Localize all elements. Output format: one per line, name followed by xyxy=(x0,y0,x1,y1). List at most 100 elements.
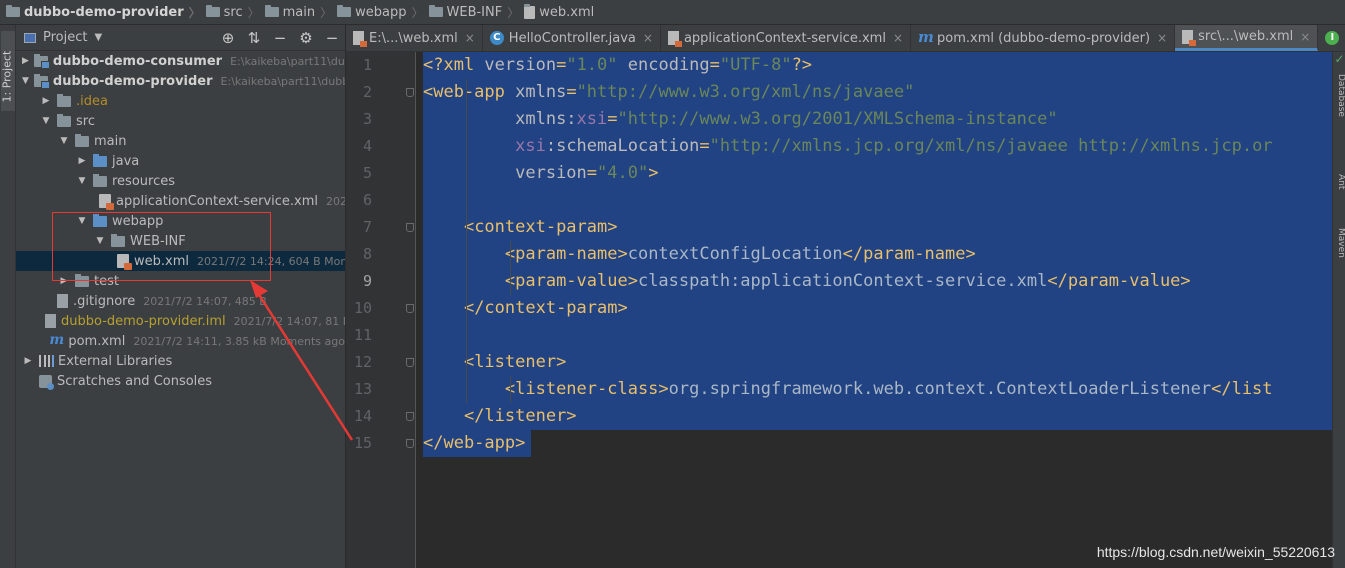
tree-item[interactable]: ▶ .idea xyxy=(16,91,345,111)
watermark: https://blog.csdn.net/weixin_55220613 xyxy=(1096,544,1335,560)
expand-arrow-icon[interactable]: ▼ xyxy=(76,176,88,186)
code-token: "UTF-8" xyxy=(719,55,792,75)
breadcrumb-item[interactable]: web.xml xyxy=(524,3,594,20)
chevron-down-icon[interactable]: ▼ xyxy=(94,32,102,43)
fold-icon[interactable] xyxy=(406,358,414,367)
tree-item-label: dubbo-demo-consumer xyxy=(52,53,223,69)
tree-item[interactable]: dubbo-demo-provider.iml 2021/7/2 14:07, 8… xyxy=(16,311,345,331)
code-text: <?xml version="1.0" encoding="UTF-8"?> xyxy=(423,52,812,79)
expand-arrow-icon[interactable]: ▼ xyxy=(76,216,88,226)
tree-item[interactable]: m pom.xml 2021/7/2 14:11, 3.85 kB Moments … xyxy=(16,331,345,351)
collapse-arrow-icon[interactable]: ▶ xyxy=(22,356,34,366)
code-token: <param-name> xyxy=(504,244,628,264)
tree-item[interactable]: .gitignore 2021/7/2 14:07, 485 B xyxy=(16,291,345,311)
minus-icon[interactable]: − xyxy=(267,29,293,47)
collapse-all-icon[interactable]: ⇅ xyxy=(241,29,267,47)
close-icon[interactable]: × xyxy=(893,31,903,45)
database-tool-button[interactable]: Database xyxy=(1336,74,1345,117)
chevron-right-icon: 〉 xyxy=(247,5,260,20)
breadcrumb-item[interactable]: dubbo-demo-provider 〉 xyxy=(6,4,206,21)
tree-item[interactable]: ▼ main xyxy=(16,131,345,151)
breadcrumb-item[interactable]: src 〉 xyxy=(205,4,265,21)
code-token: classpath:applicationContext-service.xml xyxy=(637,271,1048,291)
editor-tab[interactable]: m pom.xml (dubbo-demo-provider) × xyxy=(911,25,1176,51)
code-token: </list xyxy=(1211,379,1273,399)
collapse-arrow-icon[interactable]: ▶ xyxy=(40,96,52,106)
tree-item[interactable]: ▶ java xyxy=(16,151,345,171)
locate-file-icon[interactable]: ⊕ xyxy=(215,29,241,47)
tree-item-label: dubbo-demo-provider xyxy=(52,73,213,89)
editor-tab[interactable]: E:\...\web.xml × xyxy=(346,25,483,51)
breadcrumb-item[interactable]: WEB-INF 〉 xyxy=(428,4,525,21)
editor-tabs: E:\...\web.xml × C HelloController.java × app… xyxy=(346,25,1345,52)
fold-icon[interactable] xyxy=(406,223,414,232)
editor-tab[interactable]: applicationContext-service.xml × xyxy=(661,25,911,51)
tree-item[interactable]: ▼ WEB-INF xyxy=(16,231,345,251)
tree-item[interactable]: web.xml 2021/7/2 14:24, 604 B Mome xyxy=(16,251,345,271)
line-number: 1 xyxy=(362,56,372,74)
tree-item[interactable]: ▶ External Libraries xyxy=(16,351,345,371)
fold-icon[interactable] xyxy=(406,412,414,421)
expand-arrow-icon[interactable]: ▼ xyxy=(40,116,52,126)
folder-icon xyxy=(111,233,125,247)
editor-tab[interactable]: IH‹ xyxy=(1318,25,1345,51)
editor-tab[interactable]: C HelloController.java × xyxy=(483,25,661,51)
breadcrumb-item[interactable]: webapp 〉 xyxy=(337,4,428,21)
tree-item[interactable]: ▶ test xyxy=(16,271,345,291)
expand-arrow-icon[interactable]: ▼ xyxy=(58,136,70,146)
line-gutter: 1 2 3 4 5 6 7 8 9 10 11 12 13 14 15 xyxy=(346,52,416,568)
code-line: xsi:schemaLocation="http://xmlns.jcp.org… xyxy=(416,133,1332,160)
code-token: <param-value> xyxy=(504,271,638,291)
project-panel: Project ▼ ⊕ ⇅ − ⚙ − ▶ dubbo-demo-consumer… xyxy=(16,25,346,568)
line-number: 5 xyxy=(362,164,372,182)
fold-icon[interactable] xyxy=(406,304,414,313)
tab-label: HelloController.java xyxy=(508,30,636,46)
collapse-arrow-icon[interactable]: ▶ xyxy=(22,56,29,66)
breadcrumb-label: dubbo-demo-provider xyxy=(24,4,184,20)
tree-item[interactable]: applicationContext-service.xml 2021/7 xyxy=(16,191,345,211)
code-token: contextConfigLocation xyxy=(627,244,843,264)
close-icon[interactable]: × xyxy=(1300,30,1310,44)
chevron-right-icon: 〉 xyxy=(411,5,424,20)
fold-icon[interactable] xyxy=(406,439,414,448)
line-number: 9 xyxy=(362,272,372,290)
tree-item[interactable]: ▼ dubbo-demo-provider E:\kaikeba\part11\du… xyxy=(16,71,345,91)
expand-arrow-icon[interactable]: ▼ xyxy=(22,76,29,86)
collapse-arrow-icon[interactable]: ▶ xyxy=(76,156,88,166)
gear-icon[interactable]: ⚙ xyxy=(293,29,319,47)
code-token: encoding xyxy=(627,55,710,75)
maven-tool-button[interactable]: Maven xyxy=(1336,228,1345,258)
line-number: 15 xyxy=(353,434,372,452)
close-icon[interactable]: × xyxy=(465,31,475,45)
tree-item[interactable]: ▼ webapp xyxy=(16,211,345,231)
code-token: :schemaLocation xyxy=(545,136,700,156)
code-token: version xyxy=(515,163,587,183)
tree-item-label: java xyxy=(112,153,140,169)
tree-item-meta: 2021/7/2 14:24, 604 B Mome xyxy=(196,254,345,268)
project-view-selector[interactable]: Project xyxy=(43,30,87,45)
tree-item[interactable]: ▼ src xyxy=(16,111,345,131)
project-toolbar: Project ▼ ⊕ ⇅ − ⚙ − xyxy=(16,25,345,51)
editor-tab[interactable]: src\...\web.xml × xyxy=(1175,25,1319,51)
library-icon xyxy=(39,355,53,367)
tree-item[interactable]: Scratches and Consoles xyxy=(16,371,345,391)
hide-panel-icon[interactable]: − xyxy=(319,29,345,47)
close-icon[interactable]: × xyxy=(1157,31,1167,45)
tree-item[interactable]: ▶ dubbo-demo-consumer E:\kaikeba\part11\du… xyxy=(16,51,345,71)
collapse-arrow-icon[interactable]: ▶ xyxy=(58,276,70,286)
code-token: </listener> xyxy=(463,406,577,426)
code-token: <?xml xyxy=(423,55,485,75)
code-token: xsi xyxy=(515,136,546,156)
check-icon: ✓ xyxy=(1334,52,1345,66)
tree-item[interactable]: ▼ resources xyxy=(16,171,345,191)
tree-item-label: External Libraries xyxy=(58,353,173,369)
expand-arrow-icon[interactable]: ▼ xyxy=(94,236,106,246)
code-editor[interactable]: <?xml version="1.0" encoding="UTF-8"?> <w… xyxy=(416,52,1332,568)
chevron-right-icon: 〉 xyxy=(188,5,201,20)
fold-icon[interactable] xyxy=(406,88,414,97)
close-icon[interactable]: × xyxy=(643,31,653,45)
tree-item-meta: E:\kaikeba\part11\dubbo xyxy=(230,54,345,68)
ant-tool-button[interactable]: Ant xyxy=(1336,174,1345,189)
breadcrumb-item[interactable]: main 〉 xyxy=(264,4,338,21)
